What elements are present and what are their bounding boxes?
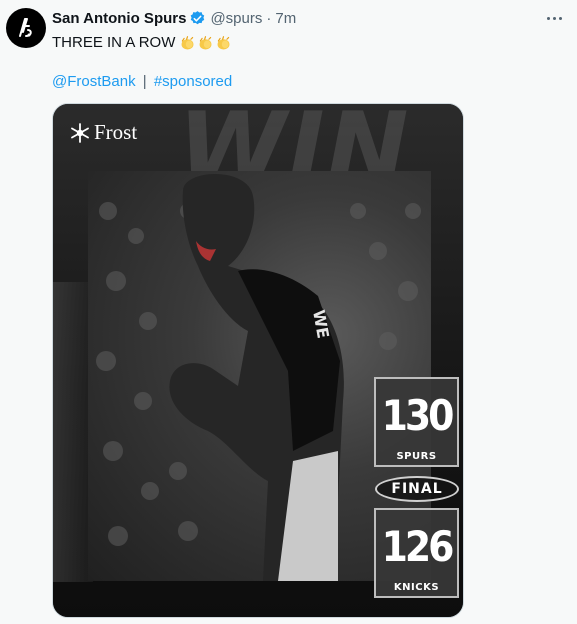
author-handle[interactable]: @spurs (210, 10, 262, 27)
timestamp[interactable]: 7m (275, 10, 296, 27)
spurs-avatar[interactable] (6, 8, 46, 48)
tweet-text: THREE IN A ROW (52, 33, 232, 53)
tweet-header: San Antonio Spurs @spurs · 7m (52, 10, 296, 27)
tweet-text-content: THREE IN A ROW (52, 34, 176, 51)
final-status-badge: FINAL (375, 476, 459, 502)
link-separator: | (142, 73, 147, 90)
spurs-score-box: 130 SPURS (374, 377, 459, 467)
knicks-score: 126 (381, 522, 455, 571)
clapping-hands-emoji (178, 35, 232, 52)
verified-badge-icon[interactable] (189, 10, 206, 27)
more-options-icon[interactable] (543, 10, 565, 26)
spurs-logo-icon (19, 18, 32, 37)
frostbank-mention-link[interactable]: @FrostBank (52, 73, 136, 90)
spurs-score: 130 (381, 391, 455, 440)
frost-logo-text: Frost (94, 120, 138, 144)
author-name[interactable]: San Antonio Spurs (52, 10, 186, 27)
frost-sponsor-logo: Frost (69, 120, 137, 145)
left-crowd-shade (53, 282, 93, 582)
spurs-team-label: SPURS (396, 451, 437, 462)
tweet: San Antonio Spurs @spurs · 7m THREE IN A… (0, 0, 577, 624)
tweet-media-image[interactable]: WIN WE Frost 130 SPURS FINAL 126 KNICKS (52, 103, 464, 618)
sponsored-hashtag-link[interactable]: #sponsored (154, 73, 232, 90)
knicks-team-label: KNICKS (393, 582, 440, 593)
frost-snowflake-icon (71, 122, 89, 143)
knicks-score-box: 126 KNICKS (374, 508, 459, 598)
separator-dot: · (266, 10, 272, 27)
tweet-links: @FrostBank | #sponsored (52, 72, 232, 92)
